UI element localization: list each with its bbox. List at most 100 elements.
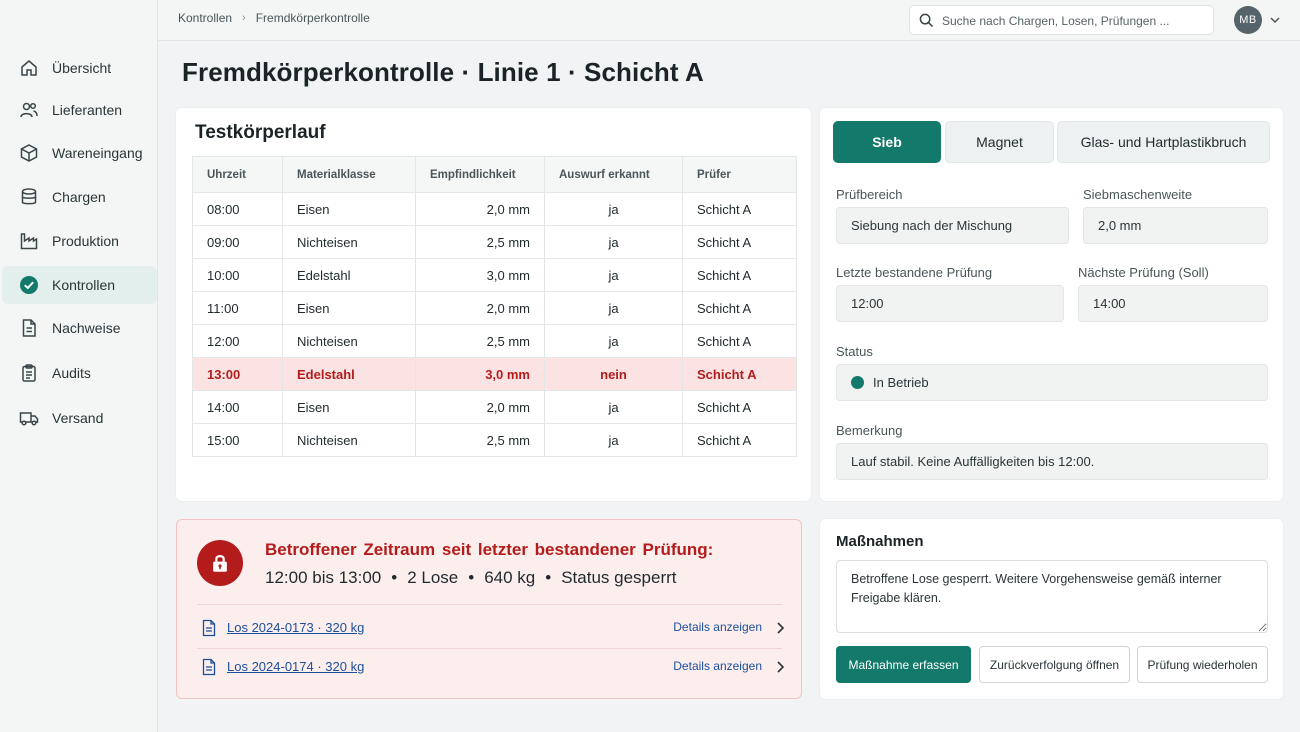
table-row[interactable]: 12:00 Nichteisen 2,5 mm ja Schicht A [192,324,797,358]
cell-material: Nichteisen [282,225,416,259]
sidebar-item-audits[interactable]: Audits [2,354,157,392]
repeat-check-button[interactable]: Prüfung wiederholen [1137,646,1268,683]
cell-sensitivity: 2,0 mm [415,291,545,325]
avatar[interactable]: MB [1234,6,1262,34]
users-icon [19,100,39,120]
cell-time: 14:00 [192,390,283,424]
check-circle-icon [19,275,39,295]
column-header: Materialklasse [282,156,416,193]
tab-glas-hartplastik[interactable]: Glas- und Hartplastikbruch [1057,121,1270,163]
details-link[interactable]: Details anzeigen [673,620,762,634]
document-icon [19,318,39,338]
sidebar-item-produktion[interactable]: Produktion [2,222,157,260]
lot-link[interactable]: Los 2024-0173 · 320 kg [227,620,364,635]
cell-inspector: Schicht A [682,423,797,457]
tab-sieb[interactable]: Sieb [833,121,941,163]
affected-lots-count: 2 Lose [407,568,459,587]
separator: • [391,568,398,587]
table-row-failed[interactable]: 13:00 Edelstahl 3,0 mm nein Schicht A [192,357,797,391]
cell-material: Edelstahl [282,357,416,391]
sidebar: Übersicht Lieferanten Wareneingang Charg… [0,0,158,732]
remark-field: Lauf stabil. Keine Auffälligkeiten bis 1… [836,443,1268,480]
sidebar-item-kontrollen[interactable]: Kontrollen [2,266,157,304]
actions-card: Maßnahmen Betroffene Lose gesperrt. Weit… [820,519,1283,699]
document-icon [201,658,217,676]
table-row[interactable]: 14:00 Eisen 2,0 mm ja Schicht A [192,390,797,424]
divider [197,648,782,649]
open-traceability-button[interactable]: Zurückverfolgung öffnen [979,646,1130,683]
search-input[interactable] [942,12,1207,30]
sidebar-item-label: Übersicht [52,60,112,76]
breadcrumb-parent[interactable]: Kontrollen [178,11,232,25]
column-header: Empfindlichkeit [415,156,545,193]
column-header: Prüfer [682,156,797,193]
status-field: In Betrieb [836,364,1268,401]
actions-title: Maßnahmen [836,533,924,550]
cell-detected: ja [544,258,683,292]
cell-detected: ja [544,390,683,424]
sidebar-item-chargen[interactable]: Chargen [2,178,157,216]
lot-link[interactable]: Los 2024-0174 · 320 kg [227,659,364,674]
table-row[interactable]: 09:00 Nichteisen 2,5 mm ja Schicht A [192,225,797,259]
sidebar-item-lieferanten[interactable]: Lieferanten [2,91,157,129]
cell-sensitivity: 3,0 mm [415,357,545,391]
cell-time: 10:00 [192,258,283,292]
testrun-table: Uhrzeit Materialklasse Empfindlichkeit A… [192,156,797,457]
breadcrumb: Kontrollen › Fremdkörperkontrolle [178,11,370,25]
tab-magnet[interactable]: Magnet [945,121,1054,163]
sidebar-item-versand[interactable]: Versand [2,399,157,437]
column-header: Uhrzeit [192,156,283,193]
cell-inspector: Schicht A [682,324,797,358]
next-check-field: 14:00 [1078,285,1268,322]
field-label: Letzte bestandene Prüfung [836,265,993,280]
cell-material: Edelstahl [282,258,416,292]
cell-time: 11:00 [192,291,283,325]
document-icon [201,619,217,637]
field-label: Prüfbereich [836,187,903,202]
chevron-down-icon[interactable] [1269,13,1281,25]
cell-sensitivity: 3,0 mm [415,258,545,292]
cell-inspector: Schicht A [682,390,797,424]
table-row[interactable]: 08:00 Eisen 2,0 mm ja Schicht A [192,192,797,226]
cell-time: 09:00 [192,225,283,259]
testrun-card: Testkörperlauf Uhrzeit Materialklasse Em… [176,108,811,501]
table-header-row: Uhrzeit Materialklasse Empfindlichkeit A… [192,156,797,193]
status-value: In Betrieb [873,375,929,390]
separator: • [468,568,475,587]
sidebar-item-label: Lieferanten [52,102,123,118]
cell-time: 08:00 [192,192,283,226]
lock-icon [197,540,243,586]
details-link[interactable]: Details anzeigen [673,659,762,673]
cell-sensitivity: 2,0 mm [415,390,545,424]
field-label: Siebmaschenweite [1083,187,1193,202]
top-bar: Kontrollen › Fremdkörperkontrolle MB [158,0,1300,41]
actions-textarea[interactable]: Betroffene Lose gesperrt. Weitere Vorgeh… [836,560,1268,633]
field-label: Status [836,344,873,359]
cell-sensitivity: 2,5 mm [415,225,545,259]
control-details-card: Sieb Magnet Glas- und Hartplastikbruch P… [820,108,1283,501]
table-row[interactable]: 15:00 Nichteisen 2,5 mm ja Schicht A [192,423,797,457]
factory-icon [19,231,39,251]
search-icon [919,13,934,28]
affected-weight: 640 kg [484,568,536,587]
cell-time: 15:00 [192,423,283,457]
record-action-button[interactable]: Maßnahme erfassen [836,646,971,683]
cell-detected: ja [544,192,683,226]
sidebar-item-uebersicht[interactable]: Übersicht [2,49,157,87]
sidebar-item-label: Audits [52,365,91,381]
sidebar-item-label: Kontrollen [52,277,116,293]
sidebar-item-nachweise[interactable]: Nachweise [2,309,157,347]
pruefbereich-field: Siebung nach der Mischung [836,207,1069,244]
table-row[interactable]: 11:00 Eisen 2,0 mm ja Schicht A [192,291,797,325]
siebmaschenweite-field: 2,0 mm [1083,207,1268,244]
cell-inspector: Schicht A [682,357,797,391]
table-row[interactable]: 10:00 Edelstahl 3,0 mm ja Schicht A [192,258,797,292]
chevron-right-icon[interactable] [774,660,786,674]
sidebar-item-wareneingang[interactable]: Wareneingang [2,134,157,172]
cell-detected: nein [544,357,683,391]
chevron-right-icon[interactable] [774,621,786,635]
cell-time: 13:00 [192,357,283,391]
cell-detected: ja [544,225,683,259]
cell-material: Eisen [282,291,416,325]
clipboard-icon [19,363,39,383]
